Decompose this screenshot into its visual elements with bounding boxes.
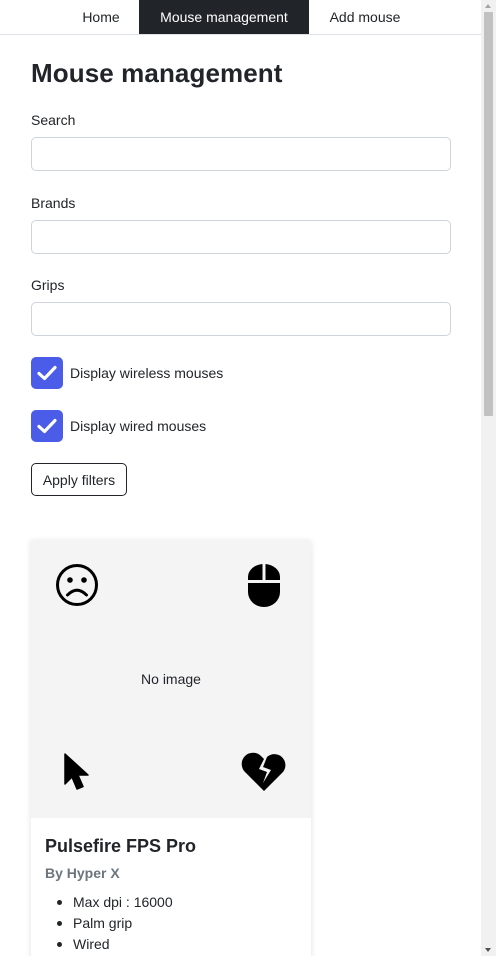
- top-navbar: Home Mouse management Add mouse: [0, 0, 481, 35]
- card-specs-list: Max dpi : 16000 Palm grip Wired: [45, 892, 173, 955]
- mouse-card[interactable]: No image Pulsefire FPS Pro By Hyper X Ma…: [31, 540, 311, 956]
- search-input[interactable]: [31, 137, 451, 171]
- scroll-up-arrow-icon[interactable]: [485, 4, 491, 8]
- nav-mouse-management-link[interactable]: Mouse management: [139, 0, 309, 34]
- no-image-text: No image: [141, 671, 201, 687]
- brands-input[interactable]: [31, 220, 451, 254]
- checkmark-icon: [37, 365, 57, 381]
- grips-input[interactable]: [31, 302, 451, 336]
- scroll-down-arrow-icon[interactable]: [485, 948, 491, 952]
- wired-filter-row[interactable]: Display wired mouses: [31, 410, 206, 442]
- wireless-checkbox[interactable]: [31, 357, 63, 389]
- vertical-scrollbar[interactable]: [481, 0, 496, 956]
- page-title: Mouse management: [31, 58, 283, 88]
- cursor-arrow-icon: [64, 753, 89, 790]
- brands-label: Brands: [31, 195, 76, 211]
- sad-face-icon: [56, 564, 98, 606]
- search-label: Search: [31, 112, 76, 128]
- wireless-filter-row[interactable]: Display wireless mouses: [31, 357, 223, 389]
- card-brand: By Hyper X: [45, 865, 120, 881]
- nav-home-link[interactable]: Home: [64, 0, 138, 34]
- mouse-icon: [247, 564, 281, 607]
- card-title: Pulsefire FPS Pro: [45, 836, 197, 856]
- apply-filters-button[interactable]: Apply filters: [31, 463, 127, 496]
- spec-item: Wired: [45, 934, 173, 955]
- spec-item: Max dpi : 16000: [45, 892, 173, 913]
- card-image-placeholder: No image: [31, 540, 311, 818]
- checkmark-icon: [37, 418, 57, 434]
- wired-checkbox-label[interactable]: Display wired mouses: [70, 418, 206, 434]
- wired-checkbox[interactable]: [31, 410, 63, 442]
- spec-item: Palm grip: [45, 913, 173, 934]
- nav-add-mouse-link[interactable]: Add mouse: [309, 0, 421, 34]
- grips-label: Grips: [31, 277, 65, 293]
- broken-heart-icon: [241, 752, 286, 791]
- scroll-thumb[interactable]: [484, 12, 493, 416]
- wireless-checkbox-label[interactable]: Display wireless mouses: [70, 365, 223, 381]
